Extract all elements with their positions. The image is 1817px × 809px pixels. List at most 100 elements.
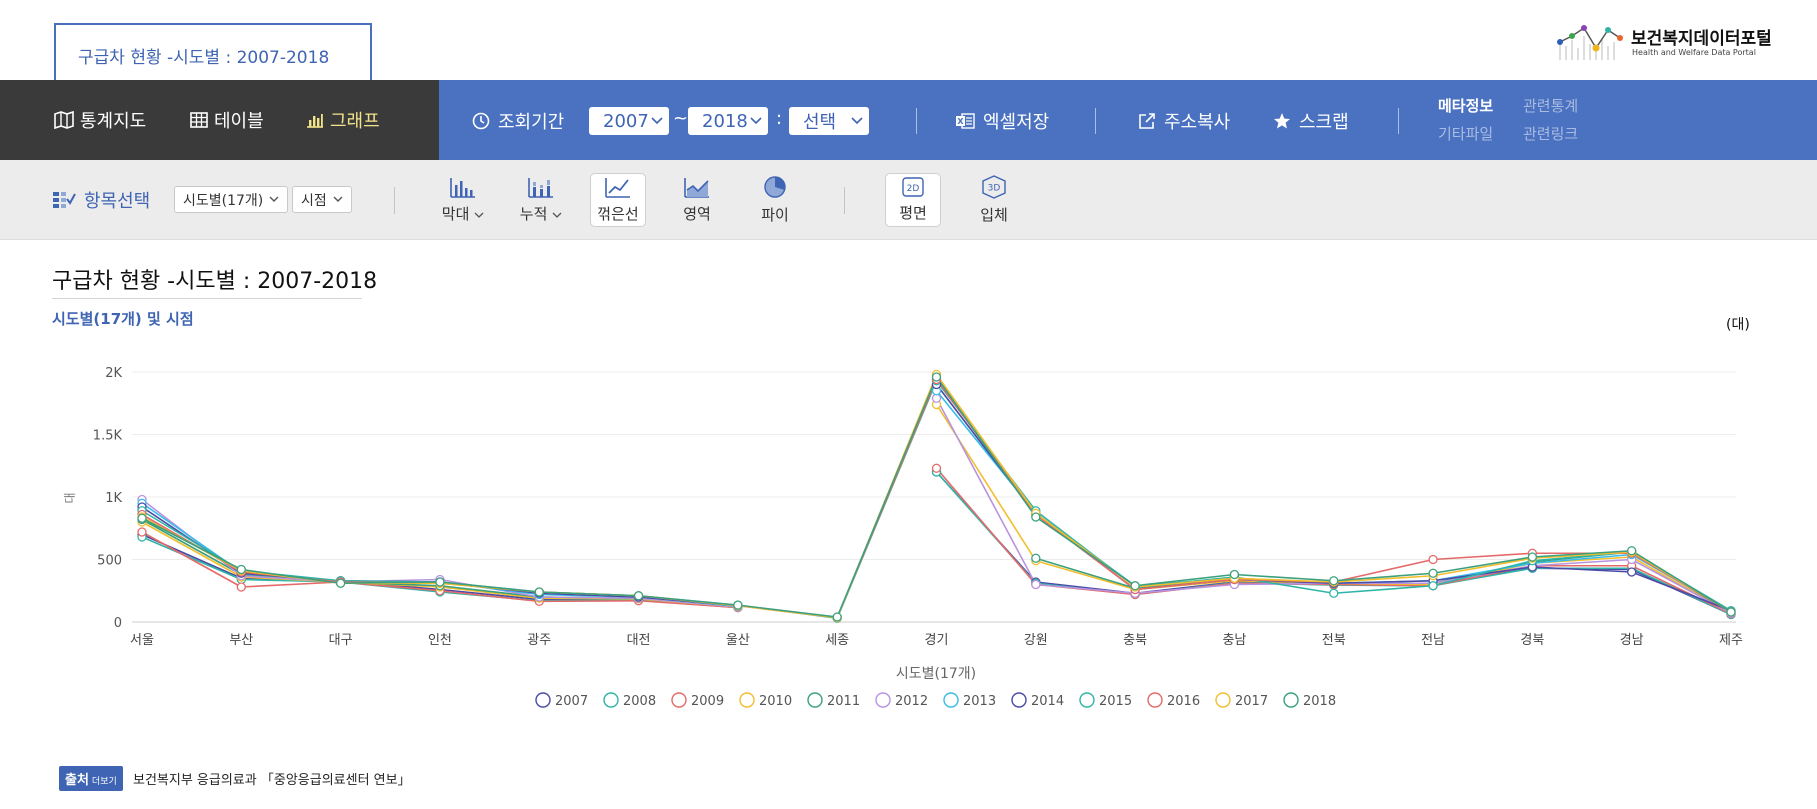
period-from-select[interactable]: 2007 <box>589 107 669 135</box>
data-point <box>236 582 246 592</box>
legend-marker <box>1079 692 1095 708</box>
page-root: 구급차 현황 -시도별 : 2007-2018 보건복지데이터포털 Health… <box>0 0 1817 809</box>
period-label-text: 조회기간 <box>498 112 565 133</box>
render-mode-3d[interactable]: 3D 입체 <box>966 173 1022 227</box>
x-tick-label: 대전 <box>627 633 651 648</box>
data-point <box>832 612 842 622</box>
source-badge[interactable]: 출처 더보기 <box>59 766 123 791</box>
x-tick-label: 전남 <box>1421 633 1445 648</box>
data-point <box>1329 576 1339 586</box>
scrap-label: 스크랩 <box>1299 112 1349 133</box>
excel-save-label: 엑셀저장 <box>983 112 1050 133</box>
nav-table[interactable]: 테이블 <box>190 108 264 132</box>
portal-logo[interactable]: 보건복지데이터포털 Health and Welfare Data Portal <box>1556 22 1786 64</box>
nav-graph[interactable]: 그래프 <box>306 108 380 132</box>
chevron-down-icon <box>651 117 663 125</box>
period-to-select[interactable]: 2018 <box>688 107 768 135</box>
render-mode-3d-label: 입체 <box>980 206 1008 224</box>
y-tick-label: 0 <box>114 616 122 631</box>
chart-title-underline <box>52 298 362 299</box>
data-point <box>1428 581 1438 591</box>
data-point <box>1726 607 1736 617</box>
nav-stat-map-label: 통계지도 <box>80 111 147 132</box>
toolbar-divider <box>1095 108 1096 134</box>
chart-type-line[interactable]: 꺾은선 <box>590 173 646 227</box>
svg-text:2D: 2D <box>907 184 920 194</box>
x-tick-label: 경남 <box>1620 633 1644 648</box>
x-tick-label: 대구 <box>329 633 353 648</box>
item-select-button[interactable]: 항목선택 <box>52 187 150 213</box>
clock-icon <box>472 112 490 130</box>
legend-marker <box>1147 692 1163 708</box>
data-point <box>335 578 346 588</box>
data-point <box>931 372 942 382</box>
nav-stat-map[interactable]: 통계지도 <box>54 108 146 132</box>
scrap-button[interactable]: 스크랩 <box>1273 108 1349 134</box>
series-line <box>141 378 1732 619</box>
pie-chart-icon <box>764 176 786 198</box>
star-icon <box>1274 113 1290 129</box>
chart-type-bar[interactable]: 막대 <box>435 173 491 227</box>
period-tilde: ~ <box>673 108 689 129</box>
chart-unit: (대) <box>1726 317 1750 333</box>
line-chart-icon <box>605 178 630 198</box>
legend-label: 2007 <box>555 694 588 709</box>
nav-graph-label: 그래프 <box>330 111 380 132</box>
chart-type-stacked-label: 누적 <box>520 203 562 224</box>
related-links-link[interactable]: 관련링크 <box>1523 123 1578 144</box>
legend-marker <box>603 692 619 708</box>
area-chart-icon <box>684 178 709 198</box>
period-to-value: 2018 <box>702 110 748 132</box>
other-files-link[interactable]: 기타파일 <box>1438 123 1493 144</box>
legend-marker <box>943 692 959 708</box>
data-point <box>733 600 743 610</box>
x-tick-label: 울산 <box>726 633 750 648</box>
chevron-down-icon <box>269 196 279 202</box>
excel-save-button[interactable]: X 엑셀저장 <box>955 108 1049 134</box>
period-choose-value: 선택 <box>803 112 837 133</box>
data-point <box>931 463 942 473</box>
period-choose-select[interactable]: 선택 <box>789 107 869 135</box>
data-point <box>1527 552 1538 562</box>
x-tick-label: 경북 <box>1520 633 1544 648</box>
y-tick-label: 500 <box>97 554 122 569</box>
x-tick-label: 경기 <box>925 633 949 648</box>
chart-title: 구급차 현황 -시도별 : 2007-2018 <box>52 269 378 294</box>
map-icon <box>54 111 74 129</box>
data-point <box>1428 568 1438 578</box>
data-point <box>633 591 644 601</box>
render-mode-2d-label: 평면 <box>899 204 927 222</box>
chart-type-pie[interactable]: 파이 <box>747 173 803 227</box>
logo-name: 보건복지데이터포털 <box>1631 29 1772 49</box>
meta-info-link[interactable]: 메타정보 <box>1438 95 1493 116</box>
data-point <box>1627 546 1637 556</box>
item-select-label: 항목선택 <box>84 191 151 212</box>
legend-label: 2010 <box>759 694 792 709</box>
legend-marker <box>1215 692 1231 708</box>
x-tick-label: 부산 <box>229 633 253 648</box>
render-mode-2d[interactable]: 2D 평면 <box>885 173 941 227</box>
nav-table-label: 테이블 <box>214 111 264 132</box>
legend-label: 2017 <box>1235 694 1268 709</box>
svg-text:X: X <box>957 117 964 126</box>
dimension-time-select[interactable]: 시점 <box>292 186 352 213</box>
page-title-tab[interactable]: 구급차 현황 -시도별 : 2007-2018 <box>54 23 372 80</box>
data-point <box>236 564 246 575</box>
related-stats-link[interactable]: 관련통계 <box>1523 95 1578 116</box>
period-colon: : <box>776 108 783 129</box>
data-point <box>534 587 544 597</box>
dimension-region-select[interactable]: 시도별(17개) <box>174 186 289 213</box>
bar-chart-icon <box>307 114 323 128</box>
chart-type-stacked[interactable]: 누적 <box>513 173 569 227</box>
line-chart: 0 500 1K 1.5K 2K 대서울 부산 대구 인천 광주 대전 울산 세종 경기 강원 충북 충남 전북 전… <box>63 366 1743 709</box>
y-tick-label: 2K <box>105 366 122 381</box>
data-point <box>1031 512 1041 522</box>
x-tick-label: 충북 <box>1123 633 1147 648</box>
x-tick-label: 광주 <box>527 633 551 648</box>
x-tick-label: 서울 <box>130 633 154 648</box>
chart-type-area[interactable]: 영역 <box>669 173 725 227</box>
copy-url-button[interactable]: 주소복사 <box>1138 108 1230 134</box>
chevron-down-icon <box>552 212 562 218</box>
chart-subtitle: 시도별(17개) 및 시점 <box>52 310 194 328</box>
data-point <box>1428 554 1438 565</box>
